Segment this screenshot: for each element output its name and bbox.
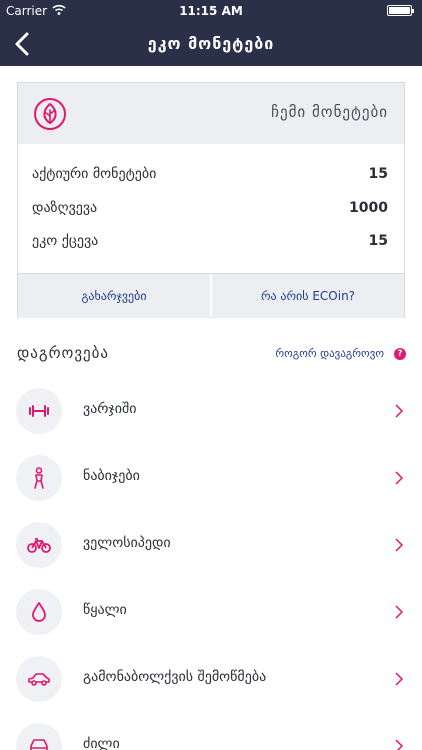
list-item-label: ველოსიპედი [83,535,171,551]
eco-coins-screen: Carrier 11:15 AM ეკო მონეტები ჩემი მონეტ… [0,0,422,750]
stat-eco-behavior: ეკო ქცევა 15 [32,233,388,255]
water-drop-icon [32,602,46,622]
icon-circle [16,388,62,434]
stat-label: აქტიური მონეტები [32,166,157,182]
stat-value: 15 [368,166,388,182]
chevron-right-icon [395,605,404,619]
icon-circle [16,723,62,750]
chevron-right-icon [395,538,404,552]
top-bar: Carrier 11:15 AM ეკო მონეტები [0,0,422,66]
back-button[interactable] [8,28,38,60]
icon-circle [16,656,62,702]
earning-section-title: დაგროვება [17,344,110,362]
list-item-water[interactable]: წყალი [0,578,422,645]
chevron-left-icon [15,32,29,56]
stat-label: ეკო ქცევა [32,233,99,249]
dumbbell-icon [29,405,49,417]
stat-value: 15 [368,233,388,249]
stat-label: დაზღვევა [32,200,98,216]
how-to-earn-link[interactable]: როგორ დავაგროვო [275,347,384,360]
stat-active-coins: აქტიური მონეტები 15 [32,166,388,188]
stat-insurance: დაზღვევა 1000 [32,200,388,222]
card-actions: გახარჯვები რა არის ECOin? [18,273,404,318]
list-item-workout[interactable]: ვარჯიში [0,377,422,444]
icon-circle [16,589,62,635]
list-item-sleep[interactable]: ძილი [0,712,422,750]
status-bar: Carrier 11:15 AM [0,0,422,22]
my-coins-card: ჩემი მონეტები აქტიური მონეტები 15 დაზღვე… [17,82,405,318]
spendings-button[interactable]: გახარჯვები [18,274,210,318]
list-item-label: ძილი [83,736,120,750]
help-icon[interactable]: ? [394,348,406,360]
battery-icon [387,5,414,16]
list-item-bicycle[interactable]: ველოსიპედი [0,511,422,578]
nav-bar: ეკო მონეტები [0,22,422,66]
status-time: 11:15 AM [179,4,243,18]
list-item-label: ვარჯიში [83,401,137,417]
list-item-emission-check[interactable]: გამონაბოლქვის შემოწმება [0,645,422,712]
what-is-ecoin-button[interactable]: რა არის ECOin? [212,274,404,318]
walking-person-icon [34,467,44,489]
chevron-right-icon [395,739,404,750]
list-item-steps[interactable]: ნაბიჯები [0,444,422,511]
list-item-label: გამონაბოლქვის შემოწმება [83,669,267,685]
chevron-right-icon [395,471,404,485]
car-front-icon [30,739,48,750]
list-item-label: წყალი [83,602,127,618]
card-header: ჩემი მონეტები [18,83,404,144]
stat-value: 1000 [349,200,388,216]
page-title: ეკო მონეტები [147,34,275,53]
eco-leaf-logo-icon [34,98,66,130]
list-item-label: ნაბიჯები [83,468,140,484]
chevron-right-icon [395,404,404,418]
car-icon [28,673,50,686]
icon-circle [16,522,62,568]
chevron-right-icon [395,672,404,686]
bicycle-icon [27,538,51,553]
icon-circle [16,455,62,501]
my-coins-title: ჩემი მონეტები [271,103,388,121]
